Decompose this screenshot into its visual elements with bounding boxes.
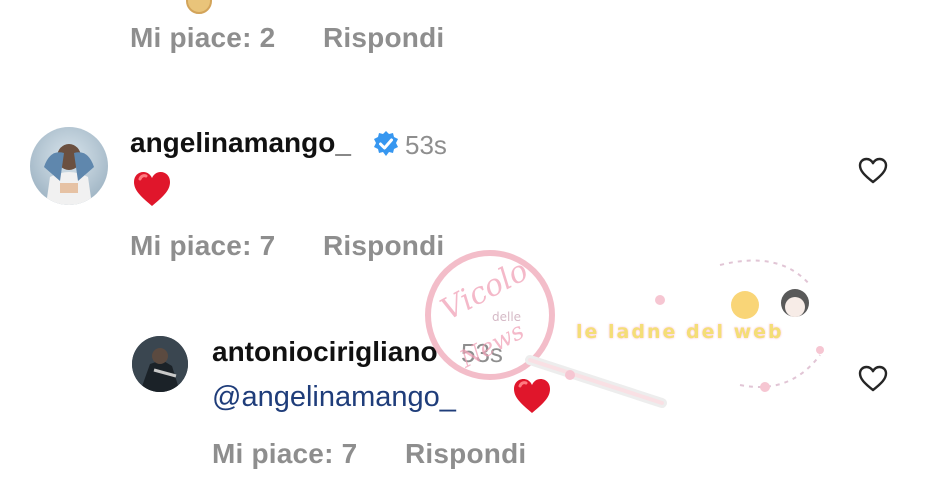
avatar[interactable] bbox=[30, 127, 108, 205]
mention-link[interactable]: @angelinamango_ bbox=[212, 381, 456, 414]
reply-button[interactable]: Rispondi bbox=[405, 438, 526, 470]
reply-username[interactable]: antoniocirigliano bbox=[212, 336, 438, 368]
red-heart-emoji-icon bbox=[132, 170, 172, 215]
like-heart-icon[interactable] bbox=[858, 156, 888, 191]
reply-timestamp: 53s bbox=[461, 338, 503, 368]
like-count[interactable]: Mi piace: 7 bbox=[130, 230, 275, 262]
red-heart-emoji-icon bbox=[512, 377, 552, 422]
partial-emoji bbox=[186, 0, 212, 14]
watermark: Vicolo delle News le ladne del web bbox=[400, 245, 840, 415]
like-count[interactable]: Mi piace: 2 bbox=[130, 22, 275, 54]
avatar[interactable] bbox=[132, 336, 188, 392]
comment-timestamp: 53s bbox=[405, 130, 447, 160]
verified-badge-icon bbox=[372, 130, 400, 163]
comment-username[interactable]: angelinamango_ bbox=[130, 127, 351, 159]
reply-button[interactable]: Rispondi bbox=[323, 230, 444, 262]
magnifier-watermark-icon bbox=[425, 250, 824, 408]
watermark-text: Vicolo bbox=[435, 253, 535, 328]
watermark-banner-text: le ladne del web bbox=[576, 321, 784, 343]
like-count[interactable]: Mi piace: 7 bbox=[212, 438, 357, 470]
reply-button[interactable]: Rispondi bbox=[323, 22, 444, 54]
watermark-text: delle bbox=[492, 310, 522, 324]
avatar-photo bbox=[132, 336, 188, 392]
like-heart-icon[interactable] bbox=[858, 364, 888, 399]
avatar-photo bbox=[44, 144, 94, 205]
